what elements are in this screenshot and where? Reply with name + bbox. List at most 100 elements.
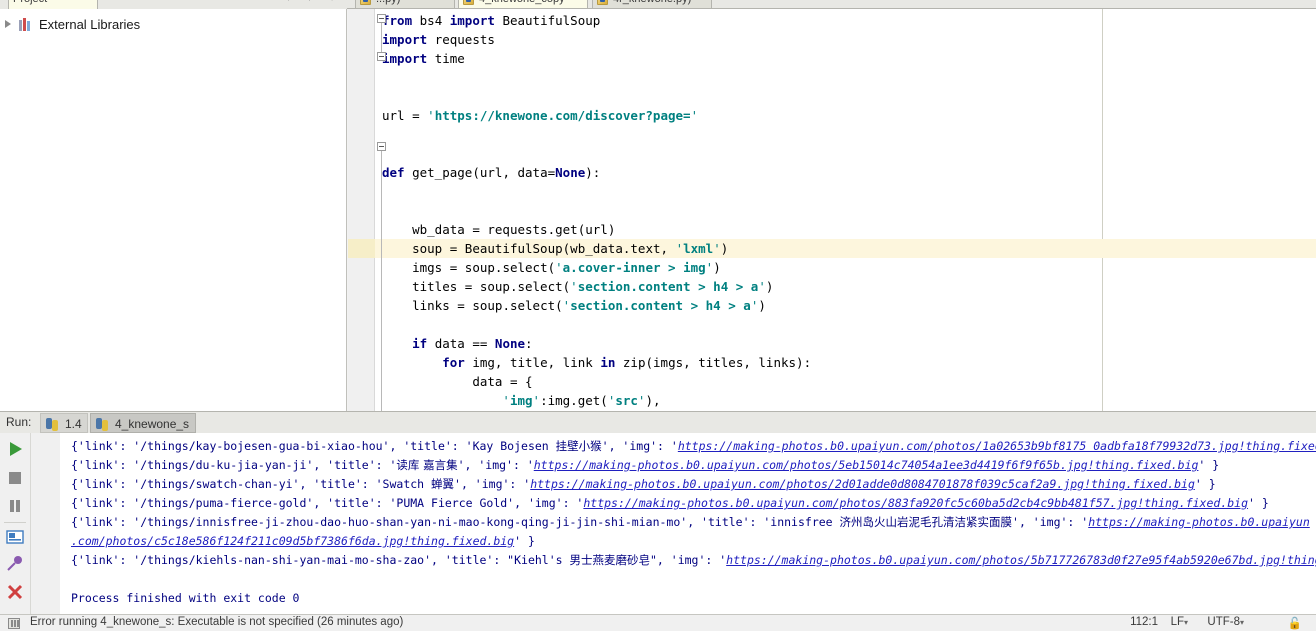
- console-text: ', 'img': ': [601, 439, 678, 453]
- console-line: {'link': '/things/du-ku-jia-yan-ji', 'ti…: [71, 456, 1219, 475]
- code-line-text: data = {: [472, 374, 533, 389]
- code-line-text: imgs = soup.select('a.cover-inner > img'…: [412, 260, 721, 275]
- code-line[interactable]: soup = BeautifulSoup(wb_data.text, 'lxml…: [348, 239, 1316, 258]
- code-line[interactable]: from bs4 import BeautifulSoup: [348, 11, 1316, 30]
- chevron-right-icon[interactable]: [5, 20, 11, 28]
- fold-marker-imports[interactable]: [377, 14, 386, 23]
- ide-window: ...py) 4_knewone_copy 4r_knewone.py) Pro…: [0, 0, 1316, 631]
- rerun-button[interactable]: [4, 438, 26, 460]
- code-line[interactable]: import time: [348, 49, 1316, 68]
- console-text: {'link': '/things/du-ku-jia-yan-ji', 'ti…: [71, 458, 397, 472]
- fold-marker-imports-end[interactable]: [377, 52, 386, 61]
- code-line[interactable]: imgs = soup.select('a.cover-inner > img'…: [348, 258, 1316, 277]
- code-line-text: titles = soup.select('section.content > …: [412, 279, 774, 294]
- console-text: ", 'img': ': [650, 553, 727, 567]
- code-line[interactable]: [348, 125, 1316, 144]
- code-line-text: from bs4 import BeautifulSoup: [382, 13, 601, 28]
- gutter-highlight: [348, 239, 375, 258]
- code-line[interactable]: [348, 315, 1316, 334]
- code-line-text: def get_page(url, data=None):: [382, 165, 601, 180]
- code-editor[interactable]: from bs4 import BeautifulSoup import requ…: [348, 9, 1316, 411]
- run-toolbar-left: »: [0, 433, 30, 623]
- code-line[interactable]: def get_page(url, data=None):: [348, 163, 1316, 182]
- console-link[interactable]: https://making-photos.b0.upaiyun.com/pho…: [534, 458, 1199, 472]
- code-line[interactable]: links = soup.select('section.content > h…: [348, 296, 1316, 315]
- console-link[interactable]: https://making-photos.b0.upaiyun.com/pho…: [678, 439, 1316, 453]
- code-line-text: 'img':img.get('src'),: [502, 393, 661, 408]
- code-line[interactable]: [348, 68, 1316, 87]
- project-tab[interactable]: Project: [8, 0, 98, 9]
- console-link[interactable]: https://making-photos.b0.upaiyun: [1088, 515, 1310, 529]
- run-panel-header: Run: 1.4 4_knewone_s: [0, 412, 1316, 433]
- python-file-icon: [360, 0, 371, 5]
- run-tab-0[interactable]: 1.4: [40, 413, 88, 433]
- console-text: 男士燕麦磨砂皂: [569, 553, 651, 567]
- status-message[interactable]: Error running 4_knewone_s: Executable is…: [30, 616, 403, 628]
- editor-tab-label: 4_knewone_copy: [479, 0, 565, 5]
- code-line[interactable]: [348, 182, 1316, 201]
- code-line-text: for img, title, link in zip(imgs, titles…: [442, 355, 812, 370]
- line-separator-indicator[interactable]: LF▾: [1171, 616, 1188, 628]
- console-line: .com/photos/c5c18e586f124f211c09d5bf7386…: [71, 532, 535, 551]
- code-line[interactable]: data = {: [348, 372, 1316, 391]
- caret-position[interactable]: 112:1: [1130, 616, 1158, 628]
- editor-tab-label: 4r_knewone.py): [613, 0, 691, 5]
- unlocked-icon[interactable]: 🔓: [1288, 616, 1302, 630]
- console-text: Process finished with exit code 0: [71, 591, 300, 605]
- python-file-icon: [597, 0, 608, 5]
- pause-button[interactable]: [4, 495, 26, 517]
- code-line[interactable]: titles = soup.select('section.content > …: [348, 277, 1316, 296]
- console-text: 蝉翼: [431, 477, 455, 491]
- console-link[interactable]: https://making-photos.b0.upaiyun.com/pho…: [530, 477, 1195, 491]
- pin-tab-button[interactable]: [4, 553, 26, 575]
- run-tab-1[interactable]: 4_knewone_s: [90, 413, 196, 433]
- project-panel-header: Project — ↑ ↓ ⚙: [0, 0, 347, 9]
- console-line: {'link': '/things/swatch-chan-yi', 'titl…: [71, 475, 1216, 494]
- console-line: Process finished with exit code 0: [71, 589, 299, 608]
- run-tab-label: 1.4: [65, 417, 82, 431]
- toolbar-divider: [4, 522, 26, 523]
- run-toolbar-right: [30, 433, 87, 615]
- console-text: {'link': '/things/puma-fierce-gold', 'ti…: [71, 496, 584, 510]
- code-line[interactable]: import requests: [348, 30, 1316, 49]
- console-text: ' }: [1248, 496, 1269, 510]
- python-run-icon: [96, 418, 109, 431]
- run-console-output[interactable]: {'link': '/things/kay-bojesen-gua-bi-xia…: [61, 433, 1316, 615]
- console-text: {'link': '/things/innisfree-ji-zhou-dao-…: [71, 515, 840, 529]
- console-text: 挂壁小猴: [555, 439, 602, 453]
- console-link[interactable]: https://making-photos.b0.upaiyun.com/pho…: [583, 496, 1248, 510]
- close-tab-button[interactable]: [4, 581, 26, 603]
- python-file-icon: [463, 0, 474, 5]
- code-line[interactable]: [348, 144, 1316, 163]
- project-panel-buttons[interactable]: — ↑ ↓ ⚙: [260, 0, 343, 3]
- code-line[interactable]: for img, title, link in zip(imgs, titles…: [348, 353, 1316, 372]
- code-line-text: wb_data = requests.get(url): [412, 222, 616, 237]
- console-link[interactable]: .com/photos/c5c18e586f124f211c09d5bf7386…: [71, 534, 514, 548]
- tree-item-external-libraries[interactable]: External Libraries: [0, 14, 347, 34]
- console-text: 读库 嘉言集: [396, 458, 458, 472]
- console-text: ' }: [514, 534, 535, 548]
- encoding-indicator[interactable]: UTF-8▾: [1207, 616, 1244, 628]
- console-text: {'link': '/things/swatch-chan-yi', 'titl…: [71, 477, 432, 491]
- code-line[interactable]: [348, 87, 1316, 106]
- code-line[interactable]: if data == None:: [348, 334, 1316, 353]
- stop-button[interactable]: [4, 467, 26, 489]
- code-line-text: if data == None:: [412, 336, 533, 351]
- code-line-text: import time: [382, 51, 465, 66]
- code-line[interactable]: url = 'https://knewone.com/discover?page…: [348, 106, 1316, 125]
- console-line: {'link': '/things/kiehls-nan-shi-yan-mai…: [71, 551, 1316, 570]
- show-console-button[interactable]: [4, 526, 26, 548]
- code-line[interactable]: wb_data = requests.get(url): [348, 220, 1316, 239]
- console-text: ', 'img': ': [454, 477, 531, 491]
- code-line[interactable]: [348, 201, 1316, 220]
- editor-code-area[interactable]: from bs4 import BeautifulSoup import requ…: [348, 9, 1316, 411]
- console-text: ' }: [1194, 477, 1216, 491]
- code-line[interactable]: 'img':img.get('src'),: [348, 391, 1316, 410]
- run-panel-label: Run:: [6, 415, 32, 429]
- run-tab-label: 4_knewone_s: [115, 417, 190, 431]
- console-text: ', 'img': ': [1012, 515, 1089, 529]
- code-line-text: url = 'https://knewone.com/discover?page…: [382, 108, 699, 123]
- console-link[interactable]: https://making-photos.b0.upaiyun.com/pho…: [726, 553, 1316, 567]
- fold-marker-function[interactable]: [377, 142, 386, 151]
- python-run-icon: [46, 418, 59, 431]
